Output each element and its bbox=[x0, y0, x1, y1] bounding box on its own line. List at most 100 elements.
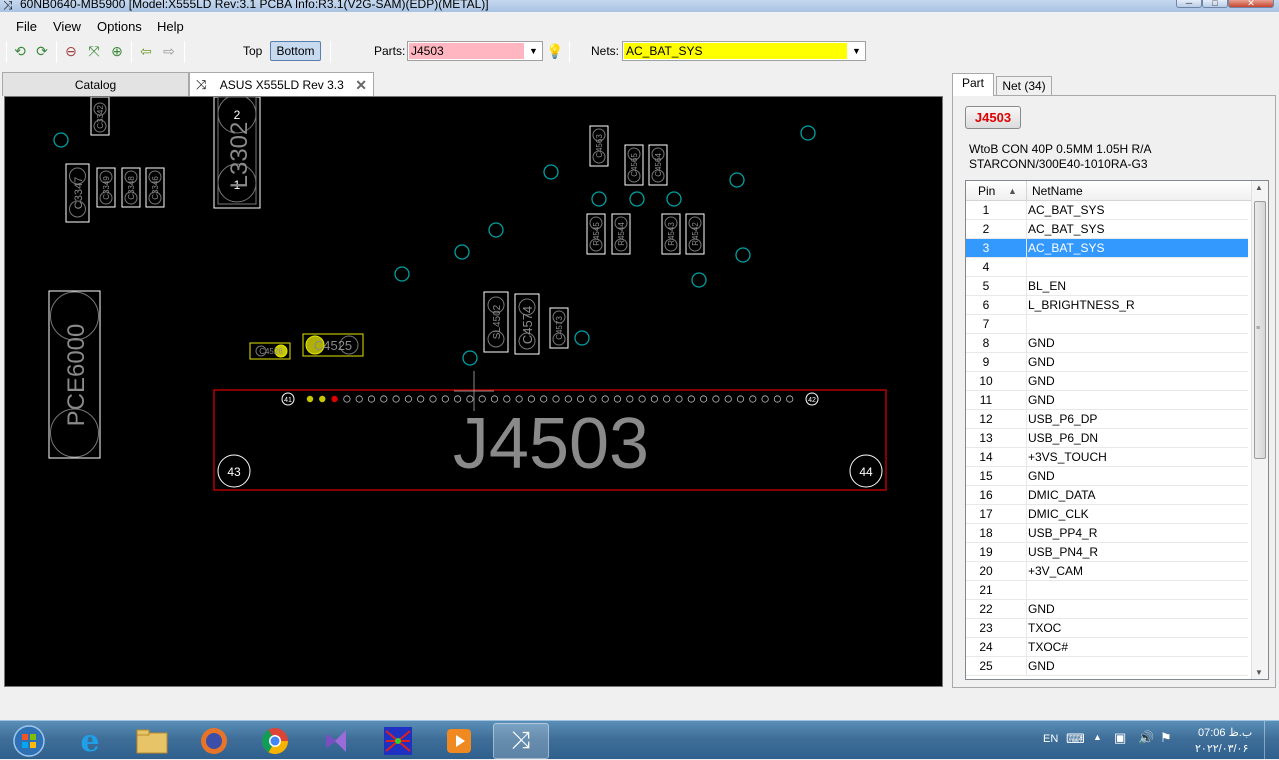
parts-combobox[interactable]: J4503 ▼ bbox=[407, 41, 543, 61]
table-row[interactable]: 2 AC_BAT_SYS bbox=[966, 220, 1248, 239]
j4503-pin-20[interactable] bbox=[540, 395, 548, 403]
via[interactable] bbox=[800, 125, 816, 141]
table-row[interactable]: 9 GND bbox=[966, 353, 1248, 372]
via[interactable] bbox=[543, 164, 559, 180]
table-row[interactable]: 20 +3V_CAM bbox=[966, 562, 1248, 581]
via[interactable] bbox=[462, 350, 478, 366]
menu-help[interactable]: Help bbox=[157, 19, 184, 34]
j4503-pin-23[interactable] bbox=[576, 395, 585, 403]
table-row[interactable]: 5 BL_EN bbox=[966, 277, 1248, 296]
firefox-icon[interactable] bbox=[186, 723, 242, 759]
nets-combobox[interactable]: AC_BAT_SYS ▼ bbox=[622, 41, 866, 61]
chevron-down-icon[interactable]: ▼ bbox=[848, 42, 865, 60]
column-header-netname[interactable]: NetName bbox=[1032, 181, 1083, 201]
menu-options[interactable]: Options bbox=[97, 19, 142, 34]
part-pce6000[interactable]: PCE6000 bbox=[48, 290, 101, 459]
j4503-pin-33[interactable] bbox=[699, 395, 708, 403]
j4503-pin-40[interactable] bbox=[786, 395, 794, 403]
table-row[interactable]: 4 bbox=[966, 258, 1248, 277]
chrome-icon[interactable] bbox=[247, 723, 303, 759]
part-l3302[interactable]: 2 1 L3302 bbox=[213, 97, 261, 209]
via[interactable] bbox=[629, 191, 645, 207]
via[interactable] bbox=[454, 244, 470, 260]
j4503-pin-28[interactable] bbox=[638, 395, 646, 403]
table-row[interactable]: 17 DMIC_CLK bbox=[966, 505, 1248, 524]
table-row[interactable]: 24 TXOC# bbox=[966, 638, 1248, 657]
tab-board[interactable]: ⤨ ASUS X555LD Rev 3.3 ✕ bbox=[189, 72, 374, 97]
j4503-pin-31[interactable] bbox=[675, 395, 683, 403]
part-c3346[interactable]: C3346 bbox=[145, 167, 165, 208]
show-hidden-icons-icon[interactable]: ▲ bbox=[1093, 732, 1102, 742]
j4503-pin-29[interactable] bbox=[650, 395, 659, 403]
table-row[interactable]: 16 DMIC_DATA bbox=[966, 486, 1248, 505]
j4503-pin-6[interactable] bbox=[367, 395, 376, 403]
media-player-icon[interactable] bbox=[431, 723, 487, 759]
show-desktop-button[interactable] bbox=[1264, 721, 1279, 760]
j4503-pin-2[interactable] bbox=[319, 395, 326, 403]
via[interactable] bbox=[488, 222, 504, 238]
j4503-pin-9[interactable] bbox=[404, 395, 412, 403]
part-c3349[interactable]: C3349 bbox=[96, 167, 116, 208]
table-row[interactable]: 11 GND bbox=[966, 391, 1248, 410]
table-row[interactable]: 21 bbox=[966, 581, 1248, 600]
part-c4526[interactable]: C4526 bbox=[249, 342, 291, 360]
menu-file[interactable]: File bbox=[16, 19, 37, 34]
j4503-pin-35[interactable] bbox=[724, 395, 732, 403]
forward-arrow-icon[interactable]: ⇨ bbox=[160, 42, 178, 60]
j4503-pin-34[interactable] bbox=[712, 395, 720, 403]
part-c4563[interactable]: C4563 bbox=[589, 125, 609, 167]
zoom-out-icon[interactable]: ⊖ bbox=[62, 42, 80, 60]
j4503-pin-13[interactable] bbox=[453, 395, 462, 403]
table-row[interactable]: 13 USB_P6_DN bbox=[966, 429, 1248, 448]
part-c4525[interactable]: C4525 bbox=[302, 333, 364, 357]
j4503-pin-7[interactable] bbox=[380, 395, 388, 403]
close-button[interactable]: ✕ bbox=[1228, 0, 1274, 8]
start-orb-icon[interactable] bbox=[2, 723, 56, 759]
lightbulb-icon[interactable]: 💡 bbox=[546, 42, 564, 60]
table-row[interactable]: 22 GND bbox=[966, 600, 1248, 619]
column-header-pin[interactable]: Pin bbox=[978, 181, 995, 201]
table-row[interactable]: 15 GND bbox=[966, 467, 1248, 486]
j4503-pin-24[interactable] bbox=[589, 395, 597, 403]
boardviewer-app-icon[interactable]: ⤨ bbox=[493, 723, 549, 759]
j4503-pin-1[interactable] bbox=[306, 395, 314, 403]
part-c4565[interactable]: C4565 bbox=[624, 144, 644, 186]
grid-scrollbar[interactable]: ▲ ≡ ▼ bbox=[1251, 181, 1268, 679]
board-drawing[interactable]: PCE6000 C3347 C3349 C3348 C3346 C3342 2 … bbox=[5, 97, 943, 687]
tab-part[interactable]: Part bbox=[952, 73, 994, 96]
scroll-up-icon[interactable]: ▲ bbox=[1255, 183, 1263, 192]
j4503-pin-12[interactable] bbox=[441, 395, 449, 403]
board-canvas[interactable]: PCE6000 C3347 C3349 C3348 C3346 C3342 2 … bbox=[4, 96, 943, 687]
via[interactable] bbox=[666, 191, 682, 207]
table-row[interactable]: 8 GND bbox=[966, 334, 1248, 353]
j4503-pin-18[interactable] bbox=[515, 395, 523, 403]
j4503-pin-5[interactable] bbox=[355, 395, 363, 403]
keyboard-icon[interactable]: ⌨ bbox=[1066, 731, 1085, 747]
rotate-left-icon[interactable]: ⟲ bbox=[11, 42, 29, 60]
pin-net-grid[interactable]: Pin ▲ NetName 1 AC_BAT_SYS 2 AC_BAT_SYS 3 AC_… bbox=[965, 180, 1269, 680]
via[interactable] bbox=[574, 330, 590, 346]
table-row[interactable]: 7 bbox=[966, 315, 1248, 334]
table-row[interactable]: 23 TXOC bbox=[966, 619, 1248, 638]
via[interactable] bbox=[691, 272, 707, 288]
part-c3347[interactable]: C3347 bbox=[65, 163, 90, 223]
j4503-pin-8[interactable] bbox=[392, 395, 400, 403]
j4503-pin-36[interactable] bbox=[736, 395, 745, 403]
zoom-in-icon[interactable]: ⊕ bbox=[108, 42, 126, 60]
part-r4545[interactable]: R4545 bbox=[586, 213, 606, 255]
internet-explorer-icon[interactable]: e bbox=[62, 723, 118, 759]
via[interactable] bbox=[394, 266, 410, 282]
scroll-down-icon[interactable]: ▼ bbox=[1255, 668, 1263, 677]
parts-input[interactable]: J4503 bbox=[409, 43, 524, 59]
part-c3342[interactable]: C3342 bbox=[90, 97, 110, 136]
table-row[interactable]: 19 USB_PN4_R bbox=[966, 543, 1248, 562]
j4503-pin-4[interactable] bbox=[343, 395, 351, 403]
j4503-pin-14[interactable] bbox=[466, 395, 474, 403]
net-graph-app-icon[interactable] bbox=[370, 723, 426, 759]
via[interactable] bbox=[729, 172, 745, 188]
top-side-button[interactable]: Top bbox=[243, 44, 262, 58]
part-c4564[interactable]: C4564 bbox=[648, 144, 668, 186]
back-arrow-icon[interactable]: ⇦ bbox=[137, 42, 155, 60]
via[interactable] bbox=[53, 132, 69, 148]
part-c4574[interactable]: C4574 bbox=[514, 293, 540, 355]
